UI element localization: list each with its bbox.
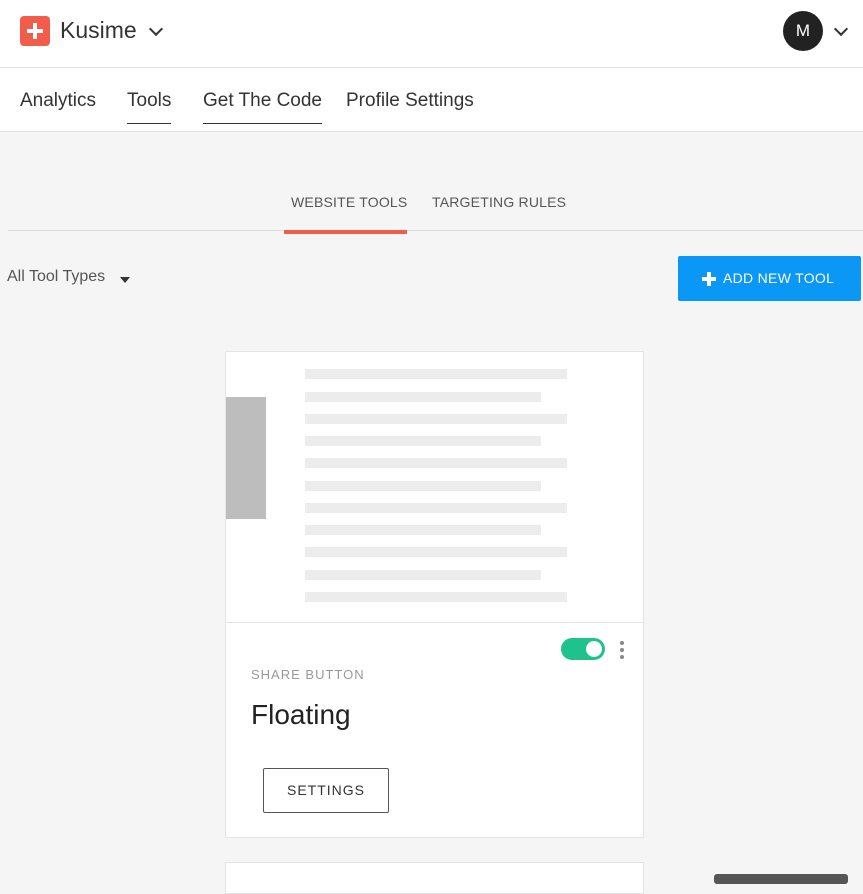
preview-text-line <box>305 436 541 446</box>
active-tab-indicator <box>284 230 407 234</box>
preview-text-line <box>305 481 541 491</box>
tool-card: SHARE BUTTON Floating SETTINGS <box>225 351 644 838</box>
tool-preview-thumbnail <box>226 352 643 623</box>
nav-profile-settings[interactable]: Profile Settings <box>346 90 474 123</box>
preview-text-line <box>305 525 541 535</box>
tool-type-label: SHARE BUTTON <box>251 667 365 682</box>
preview-text-line <box>305 392 541 402</box>
toggle-knob <box>586 641 602 657</box>
top-bar: Kusime M <box>0 0 863 68</box>
settings-button[interactable]: SETTINGS <box>263 768 389 813</box>
main-nav: Analytics Tools Get The Code Profile Set… <box>0 68 863 132</box>
add-new-tool-button[interactable]: ADD NEW TOOL <box>678 256 861 301</box>
tool-card <box>225 862 644 894</box>
floating-help-button[interactable] <box>714 874 848 884</box>
preview-text-line <box>305 547 567 557</box>
preview-text-line <box>305 592 567 602</box>
tool-name: Floating <box>251 699 351 730</box>
nav-get-the-code[interactable]: Get The Code <box>203 90 323 124</box>
nav-analytics[interactable]: Analytics <box>20 90 96 123</box>
sub-tabs: WEBSITE TOOLS TARGETING RULES <box>8 190 863 234</box>
caret-down-icon[interactable] <box>120 277 130 283</box>
preview-text-line <box>305 458 567 468</box>
nav-tools[interactable]: Tools <box>127 90 172 124</box>
site-switcher-chevron-down-icon[interactable] <box>148 21 164 37</box>
avatar[interactable]: M <box>783 11 823 51</box>
account-chevron-down-icon[interactable] <box>833 21 849 37</box>
site-name[interactable]: Kusime <box>60 16 137 44</box>
floating-bar-preview <box>226 397 266 519</box>
tool-enabled-toggle[interactable] <box>561 638 605 660</box>
preview-text-line <box>305 414 567 424</box>
preview-text-line <box>305 369 567 379</box>
add-new-tool-label: ADD NEW TOOL <box>723 270 835 286</box>
tool-type-filter[interactable]: All Tool Types <box>7 268 105 286</box>
tab-website-tools[interactable]: WEBSITE TOOLS <box>291 194 407 210</box>
plus-logo-icon <box>20 16 50 46</box>
more-options-icon[interactable] <box>619 641 625 659</box>
tab-targeting-rules[interactable]: TARGETING RULES <box>432 194 566 210</box>
preview-text-line <box>305 570 541 580</box>
plus-icon <box>702 272 716 286</box>
preview-text-line <box>305 503 567 513</box>
